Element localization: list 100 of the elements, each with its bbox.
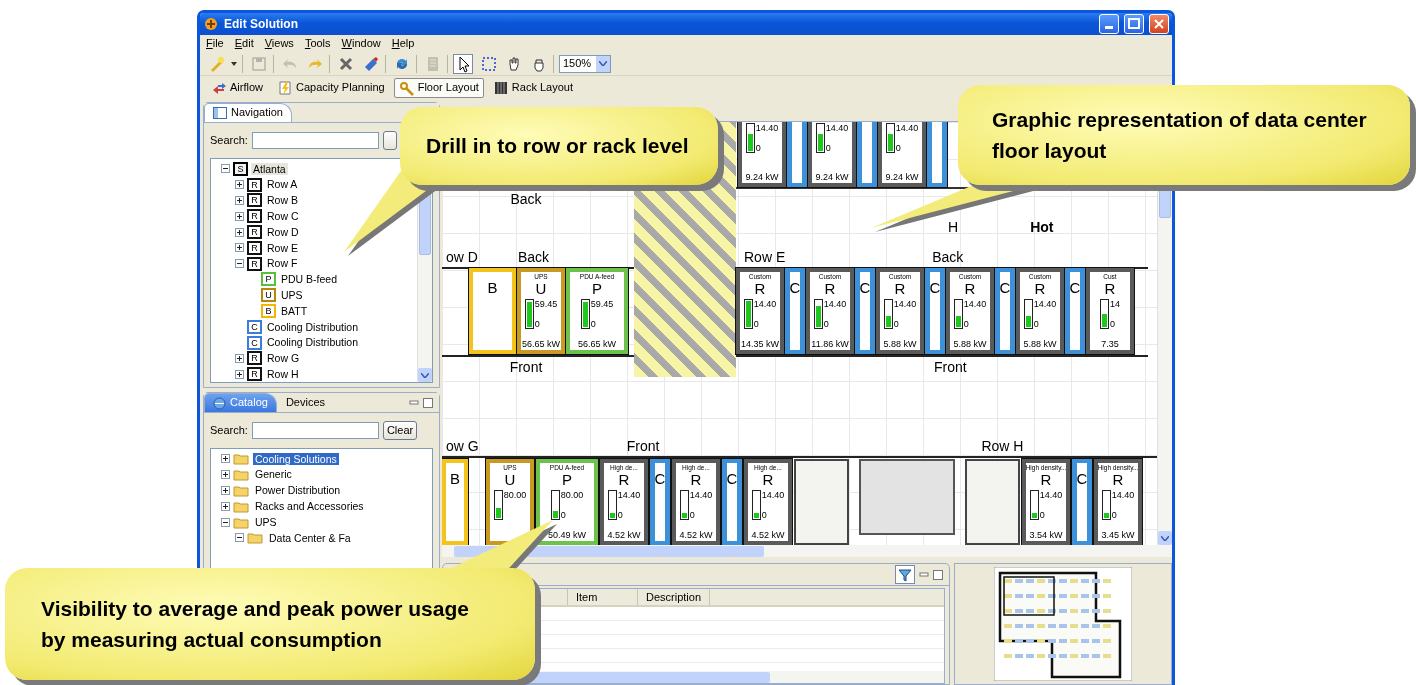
perspective-button[interactable]: Floor Layout bbox=[393, 78, 484, 98]
tree-item[interactable]: Row E bbox=[265, 241, 300, 255]
gauge-min-value: 0 bbox=[1039, 510, 1046, 521]
clear-button[interactable]: Clear bbox=[382, 421, 418, 440]
menu-item[interactable]: Views bbox=[264, 36, 294, 51]
cooling-unit[interactable] bbox=[857, 121, 877, 187]
row-label: Row H bbox=[981, 437, 1024, 457]
close-button[interactable] bbox=[1149, 14, 1169, 34]
row-label: ow D bbox=[445, 247, 478, 267]
row-side-label: Front bbox=[626, 437, 660, 457]
tree-item[interactable]: Racks and Accessories bbox=[253, 500, 366, 513]
maximize-button[interactable] bbox=[1124, 14, 1144, 34]
menu-item[interactable]: Window bbox=[341, 36, 381, 51]
unit-letter: R bbox=[894, 280, 906, 297]
unit-letter: B bbox=[450, 471, 460, 488]
menu-item[interactable]: Tools bbox=[304, 36, 331, 51]
tree-item[interactable]: Power Distribution bbox=[253, 484, 343, 497]
menu-item[interactable]: Help bbox=[391, 36, 415, 51]
minimize-button[interactable] bbox=[1099, 14, 1119, 34]
filter-button[interactable] bbox=[895, 565, 915, 585]
unit-letter: C bbox=[930, 279, 940, 296]
cooling-unit[interactable]: C bbox=[785, 267, 805, 354]
perspective-button[interactable]: Rack Layout bbox=[487, 78, 578, 98]
folder-icon bbox=[247, 531, 264, 545]
marquee-icon bbox=[480, 54, 496, 73]
cooling-unit[interactable]: C bbox=[650, 459, 670, 546]
search-field[interactable] bbox=[251, 132, 379, 149]
folder-icon bbox=[233, 484, 250, 497]
gauge-max-value: 14.40 bbox=[689, 490, 713, 501]
unit-letter: R bbox=[754, 280, 766, 297]
tree-item[interactable]: BATT bbox=[279, 304, 310, 318]
gauge-max-value: 14 bbox=[1110, 298, 1120, 309]
cooling-unit[interactable] bbox=[787, 121, 807, 187]
tree-item[interactable]: Row C bbox=[265, 210, 301, 223]
cooling-unit[interactable]: C bbox=[1065, 267, 1085, 354]
cooling-unit[interactable] bbox=[927, 121, 947, 187]
node-type-badge: R bbox=[247, 193, 262, 208]
perspective-button[interactable]: Capacity Planning bbox=[272, 78, 390, 98]
tree-item[interactable]: Cooling Distribution bbox=[265, 336, 361, 349]
gauge-min-value: 0 bbox=[1033, 318, 1040, 329]
tree-item[interactable]: PDU B-feed bbox=[279, 273, 340, 286]
rack[interactable]: 14.40 0 9.24 kW bbox=[808, 121, 856, 187]
power-reading: 3.45 kW bbox=[1101, 530, 1135, 542]
tree-item[interactable]: Atlanta bbox=[251, 162, 288, 176]
tree-item[interactable]: Row D bbox=[265, 225, 301, 239]
navigation-tab[interactable]: Navigation bbox=[204, 103, 292, 122]
menu-item[interactable]: File bbox=[206, 36, 224, 51]
gauge-min-value: 0 bbox=[560, 510, 567, 521]
tree-item[interactable]: Row B bbox=[265, 194, 300, 207]
zoom-dropdown[interactable]: 150% bbox=[559, 54, 611, 73]
unit-letter: B bbox=[487, 279, 498, 296]
tree-item[interactable]: Data Center & Fa bbox=[267, 531, 353, 545]
tree-item[interactable]: Row F bbox=[265, 257, 300, 270]
filter-icon bbox=[898, 567, 912, 582]
menu-item[interactable]: Edit bbox=[234, 36, 254, 51]
perspective-button[interactable]: Airflow bbox=[206, 78, 268, 98]
callout-text: Drill in to row or rack level bbox=[426, 133, 689, 160]
save-icon bbox=[250, 54, 266, 73]
clear-button[interactable] bbox=[382, 131, 397, 150]
tree-item[interactable]: Row A bbox=[265, 178, 300, 191]
tree-item[interactable]: UPS bbox=[253, 515, 279, 529]
tree-item[interactable]: Cooling Distribution bbox=[265, 320, 361, 334]
cooling-unit[interactable]: C bbox=[722, 459, 742, 546]
gauge-max-value: 14.40 bbox=[761, 490, 785, 501]
search-label: Search: bbox=[210, 133, 248, 148]
tree-item[interactable]: Row H bbox=[265, 367, 301, 381]
tree-item[interactable]: UPS bbox=[279, 288, 305, 302]
column-header[interactable]: Item bbox=[568, 589, 638, 606]
battery-unit[interactable]: B bbox=[442, 459, 468, 546]
search-label: Search: bbox=[210, 423, 248, 438]
column-header[interactable]: Description bbox=[638, 589, 711, 606]
search-field[interactable] bbox=[251, 422, 379, 439]
cabinet[interactable] bbox=[859, 459, 955, 536]
node-type-badge: C bbox=[247, 335, 262, 350]
gauge-max-value: 14.40 bbox=[1039, 490, 1063, 501]
horizontal-scrollbar[interactable] bbox=[442, 545, 1172, 558]
cooling-unit[interactable]: C bbox=[855, 267, 875, 354]
tree-item[interactable]: Row G bbox=[265, 352, 302, 365]
panel-tab[interactable]: Devices bbox=[276, 393, 335, 412]
rack[interactable]: 14.40 0 9.24 kW bbox=[878, 121, 926, 187]
pointer-tool[interactable] bbox=[453, 53, 473, 74]
tree-item[interactable]: Generic bbox=[253, 468, 294, 481]
battery-unit[interactable]: B bbox=[469, 267, 516, 354]
power-reading: 4.52 kW bbox=[607, 530, 641, 542]
gauge-min-value: 0 bbox=[753, 318, 760, 329]
rack[interactable]: 14.40 0 9.24 kW bbox=[738, 121, 786, 187]
gauge-min-value: 0 bbox=[1110, 318, 1116, 329]
row-label: Row E bbox=[743, 247, 786, 267]
cooling-unit[interactable]: C bbox=[995, 267, 1015, 354]
tree-item[interactable]: Cooling Solutions bbox=[253, 452, 339, 466]
empty-rack-slot[interactable] bbox=[794, 459, 849, 546]
unit-letter: C bbox=[1000, 279, 1010, 296]
row-side-label: Front bbox=[934, 358, 967, 375]
caret-icon bbox=[599, 61, 607, 66]
gauge-min-value: 0 bbox=[1111, 510, 1118, 521]
power-reading: 56.65 kW bbox=[522, 338, 560, 350]
cooling-unit[interactable]: C bbox=[925, 267, 945, 354]
gauge-min-value: 0 bbox=[689, 510, 696, 521]
empty-rack-slot[interactable] bbox=[965, 459, 1020, 546]
cooling-unit[interactable]: C bbox=[1072, 459, 1092, 546]
